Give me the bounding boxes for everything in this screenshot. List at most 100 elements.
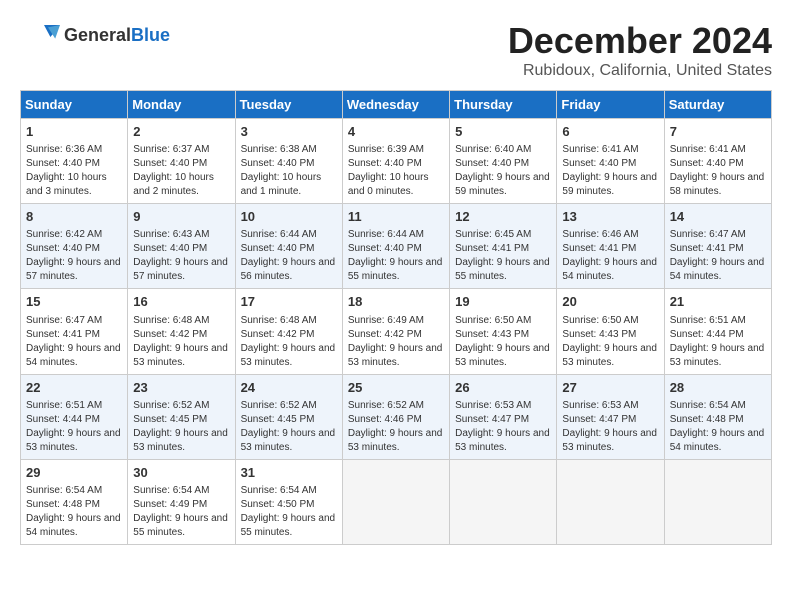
logo: GeneralBlue [20, 20, 170, 50]
empty-cell [342, 459, 449, 544]
day-cell-18: 18 Sunrise: 6:49 AMSunset: 4:42 PMDayligh… [342, 289, 449, 374]
day-info: Sunrise: 6:49 AMSunset: 4:42 PMDaylight:… [348, 315, 443, 368]
day-cell-29: 29 Sunrise: 6:54 AMSunset: 4:48 PMDayligh… [21, 459, 128, 544]
day-number: 18 [348, 293, 444, 311]
day-number: 28 [670, 379, 766, 397]
day-info: Sunrise: 6:51 AMSunset: 4:44 PMDaylight:… [670, 315, 765, 368]
day-info: Sunrise: 6:47 AMSunset: 4:41 PMDaylight:… [26, 315, 121, 368]
day-number: 25 [348, 379, 444, 397]
day-info: Sunrise: 6:42 AMSunset: 4:40 PMDaylight:… [26, 229, 121, 282]
header-sunday: Sunday [21, 91, 128, 119]
day-cell-9: 9 Sunrise: 6:43 AMSunset: 4:40 PMDaylight… [128, 204, 235, 289]
day-info: Sunrise: 6:53 AMSunset: 4:47 PMDaylight:… [455, 400, 550, 453]
day-cell-14: 14 Sunrise: 6:47 AMSunset: 4:41 PMDayligh… [664, 204, 771, 289]
day-info: Sunrise: 6:54 AMSunset: 4:49 PMDaylight:… [133, 485, 228, 538]
day-cell-30: 30 Sunrise: 6:54 AMSunset: 4:49 PMDayligh… [128, 459, 235, 544]
day-cell-11: 11Sunrise: 6:44 AMSunset: 4:40 PMDayligh… [342, 204, 449, 289]
day-number: 27 [562, 379, 658, 397]
day-cell-23: 23 Sunrise: 6:52 AMSunset: 4:45 PMDayligh… [128, 374, 235, 459]
logo-blue: Blue [131, 25, 170, 45]
day-cell-3: 3 Sunrise: 6:38 AMSunset: 4:40 PMDaylight… [235, 119, 342, 204]
day-cell-6: 6 Sunrise: 6:41 AMSunset: 4:40 PMDaylight… [557, 119, 664, 204]
day-info: Sunrise: 6:41 AMSunset: 4:40 PMDaylight:… [670, 144, 765, 197]
day-number: 7 [670, 123, 766, 141]
day-info: Sunrise: 6:41 AMSunset: 4:40 PMDaylight:… [562, 144, 657, 197]
day-info: Sunrise: 6:48 AMSunset: 4:42 PMDaylight:… [241, 315, 336, 368]
day-cell-5: 5 Sunrise: 6:40 AMSunset: 4:40 PMDaylight… [450, 119, 557, 204]
day-info: Sunrise: 6:52 AMSunset: 4:46 PMDaylight:… [348, 400, 443, 453]
day-number: 30 [133, 464, 229, 482]
day-number: 29 [26, 464, 122, 482]
day-info: Sunrise: 6:53 AMSunset: 4:47 PMDaylight:… [562, 400, 657, 453]
day-number: 21 [670, 293, 766, 311]
day-cell-16: 16Sunrise: 6:48 AMSunset: 4:42 PMDayligh… [128, 289, 235, 374]
day-cell-21: 21 Sunrise: 6:51 AMSunset: 4:44 PMDayligh… [664, 289, 771, 374]
day-info: Sunrise: 6:44 AMSunset: 4:40 PMDaylight:… [241, 229, 336, 282]
day-number: 3 [241, 123, 337, 141]
day-info: Sunrise: 6:39 AMSunset: 4:40 PMDaylight:… [348, 144, 429, 197]
day-number: 26 [455, 379, 551, 397]
day-info: Sunrise: 6:47 AMSunset: 4:41 PMDaylight:… [670, 229, 765, 282]
day-number: 31 [241, 464, 337, 482]
day-number: 23 [133, 379, 229, 397]
logo-icon [20, 20, 60, 50]
day-number: 10 [241, 208, 337, 226]
day-info: Sunrise: 6:54 AMSunset: 4:50 PMDaylight:… [241, 485, 336, 538]
day-cell-10: 10 Sunrise: 6:44 AMSunset: 4:40 PMDayligh… [235, 204, 342, 289]
day-cell-28: 28 Sunrise: 6:54 AMSunset: 4:48 PMDayligh… [664, 374, 771, 459]
header-thursday: Thursday [450, 91, 557, 119]
day-info: Sunrise: 6:38 AMSunset: 4:40 PMDaylight:… [241, 144, 322, 197]
day-cell-12: 12 Sunrise: 6:45 AMSunset: 4:41 PMDayligh… [450, 204, 557, 289]
day-number: 12 [455, 208, 551, 226]
day-number: 15 [26, 293, 122, 311]
day-cell-25: 25 Sunrise: 6:52 AMSunset: 4:46 PMDayligh… [342, 374, 449, 459]
day-number: 4 [348, 123, 444, 141]
empty-cell [664, 459, 771, 544]
day-number: 22 [26, 379, 122, 397]
day-cell-4: 4 Sunrise: 6:39 AMSunset: 4:40 PMDaylight… [342, 119, 449, 204]
day-cell-8: 8 Sunrise: 6:42 AMSunset: 4:40 PMDaylight… [21, 204, 128, 289]
day-number: 6 [562, 123, 658, 141]
day-cell-22: 22 Sunrise: 6:51 AMSunset: 4:44 PMDayligh… [21, 374, 128, 459]
day-number: 9 [133, 208, 229, 226]
header-monday: Monday [128, 91, 235, 119]
day-info: Sunrise: 6:50 AMSunset: 4:43 PMDaylight:… [455, 315, 550, 368]
day-number: 1 [26, 123, 122, 141]
day-cell-7: 7 Sunrise: 6:41 AMSunset: 4:40 PMDaylight… [664, 119, 771, 204]
day-cell-20: 20Sunrise: 6:50 AMSunset: 4:43 PMDayligh… [557, 289, 664, 374]
calendar-table: SundayMondayTuesdayWednesdayThursdayFrid… [20, 90, 772, 545]
page-header: GeneralBlue December 2024 Rubidoux, Cali… [20, 20, 772, 80]
month-title: December 2024 [508, 20, 772, 62]
day-cell-13: 13Sunrise: 6:46 AMSunset: 4:41 PMDayligh… [557, 204, 664, 289]
day-number: 19 [455, 293, 551, 311]
day-number: 11 [348, 208, 444, 226]
day-info: Sunrise: 6:52 AMSunset: 4:45 PMDaylight:… [241, 400, 336, 453]
day-number: 5 [455, 123, 551, 141]
day-number: 2 [133, 123, 229, 141]
logo-general: General [64, 25, 131, 45]
day-number: 14 [670, 208, 766, 226]
day-cell-27: 27 Sunrise: 6:53 AMSunset: 4:47 PMDayligh… [557, 374, 664, 459]
day-info: Sunrise: 6:45 AMSunset: 4:41 PMDaylight:… [455, 229, 550, 282]
empty-cell [450, 459, 557, 544]
day-info: Sunrise: 6:36 AMSunset: 4:40 PMDaylight:… [26, 144, 107, 197]
day-number: 8 [26, 208, 122, 226]
day-cell-2: 2Sunrise: 6:37 AMSunset: 4:40 PMDaylight… [128, 119, 235, 204]
day-info: Sunrise: 6:52 AMSunset: 4:45 PMDaylight:… [133, 400, 228, 453]
day-info: Sunrise: 6:40 AMSunset: 4:40 PMDaylight:… [455, 144, 550, 197]
day-info: Sunrise: 6:54 AMSunset: 4:48 PMDaylight:… [670, 400, 765, 453]
header-saturday: Saturday [664, 91, 771, 119]
empty-cell [557, 459, 664, 544]
day-cell-24: 24Sunrise: 6:52 AMSunset: 4:45 PMDayligh… [235, 374, 342, 459]
header-friday: Friday [557, 91, 664, 119]
day-cell-15: 15 Sunrise: 6:47 AMSunset: 4:41 PMDayligh… [21, 289, 128, 374]
day-number: 17 [241, 293, 337, 311]
day-info: Sunrise: 6:51 AMSunset: 4:44 PMDaylight:… [26, 400, 121, 453]
day-info: Sunrise: 6:43 AMSunset: 4:40 PMDaylight:… [133, 229, 228, 282]
day-number: 20 [562, 293, 658, 311]
day-cell-19: 19 Sunrise: 6:50 AMSunset: 4:43 PMDayligh… [450, 289, 557, 374]
day-info: Sunrise: 6:54 AMSunset: 4:48 PMDaylight:… [26, 485, 121, 538]
day-info: Sunrise: 6:48 AMSunset: 4:42 PMDaylight:… [133, 315, 228, 368]
location-title: Rubidoux, California, United States [508, 62, 772, 80]
title-area: December 2024 Rubidoux, California, Unit… [508, 20, 772, 80]
